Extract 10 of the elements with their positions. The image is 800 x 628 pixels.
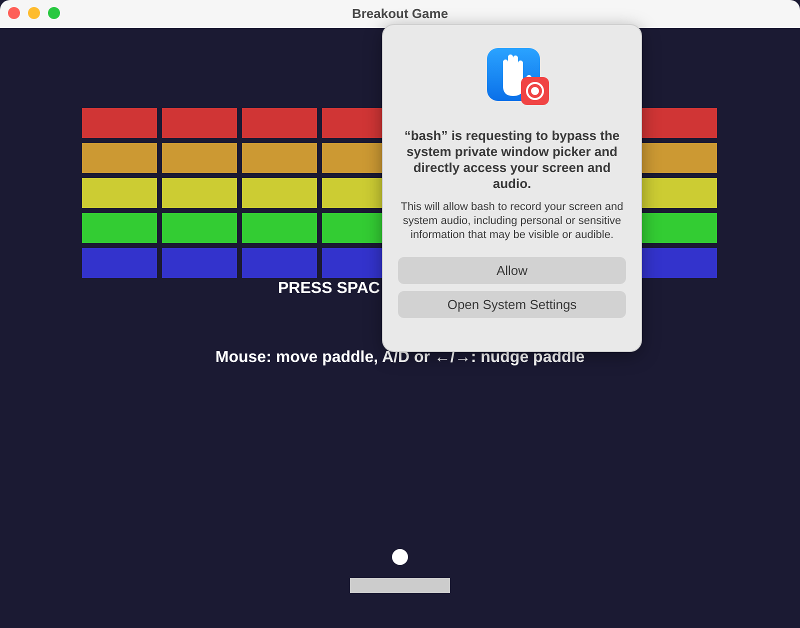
dialog-button[interactable]: Allow xyxy=(398,257,626,284)
zoom-button[interactable] xyxy=(48,7,60,19)
dialog-title: “bash” is requesting to bypass the system private window picker and directly access your screen and audio. xyxy=(403,128,621,192)
prompt-text: PRESS SPAC xyxy=(278,279,380,299)
window-title: Breakout Game xyxy=(352,5,448,24)
close-button[interactable] xyxy=(8,7,20,19)
hand-icon xyxy=(486,48,550,105)
dialog-button[interactable]: Open System Settings xyxy=(398,291,626,318)
dialog-message: This will allow bash to record your screen and system audio, including personal or sensitive information that may be visible or audible. xyxy=(400,200,624,242)
minimize-button[interactable] xyxy=(28,7,40,19)
